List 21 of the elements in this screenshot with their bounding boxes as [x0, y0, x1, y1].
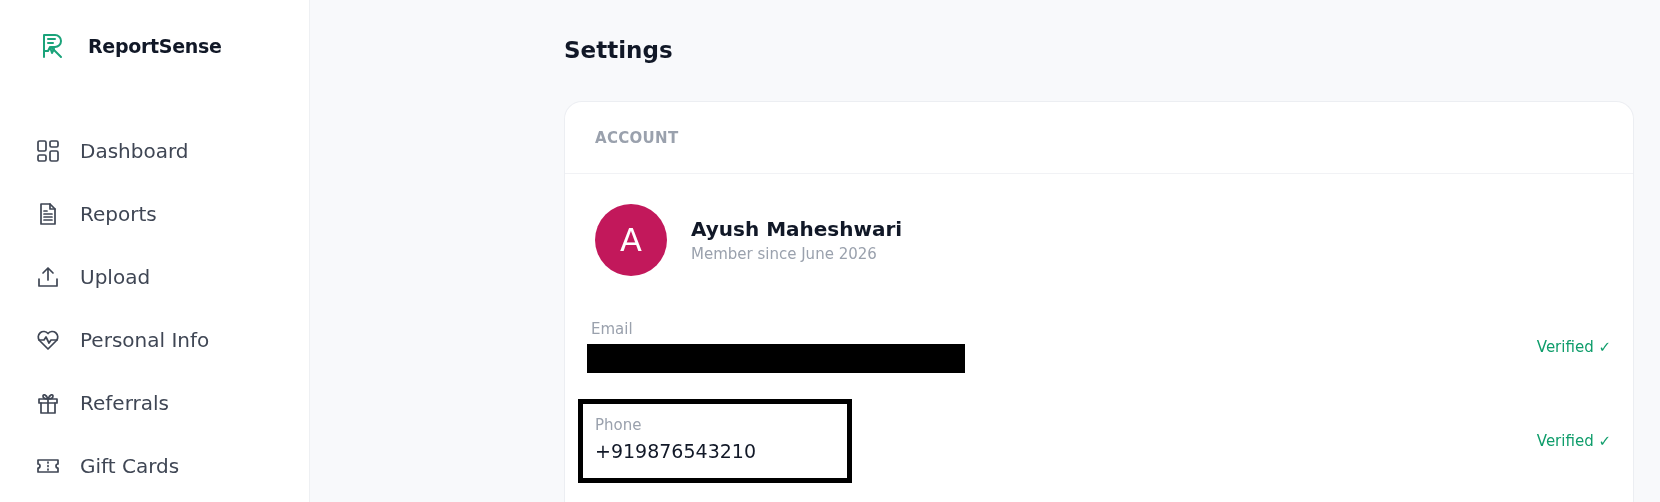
brand-name: ReportSense [88, 35, 222, 57]
field-label: Email [591, 320, 634, 338]
field-label: Phone [595, 416, 643, 434]
sidebar-item[interactable]: Gift Cards [36, 447, 309, 485]
avatar: A [595, 204, 667, 276]
verified-status: Verified ✓ [1536, 337, 1611, 356]
sidebar-item[interactable]: Referrals [36, 384, 309, 422]
section-heading: ACCOUNT [595, 128, 679, 147]
field-value: +919876543210 [595, 440, 757, 462]
sidebar-item[interactable]: Personal Info [36, 321, 309, 359]
sidebar-item[interactable]: Dashboard [36, 132, 309, 170]
verified-status: Verified ✓ [1536, 432, 1611, 450]
upload-icon [36, 265, 60, 289]
heart-pulse-icon [36, 328, 60, 352]
grid-icon [36, 139, 60, 163]
page-title: Settings [564, 36, 674, 65]
sidebar-item[interactable]: Upload [36, 258, 309, 296]
member-since: Member since June 2026 [691, 245, 878, 263]
user-name: Ayush Maheshwari [691, 217, 903, 241]
gift-icon [36, 391, 60, 415]
sidebar-item[interactable]: Reports [36, 195, 309, 233]
